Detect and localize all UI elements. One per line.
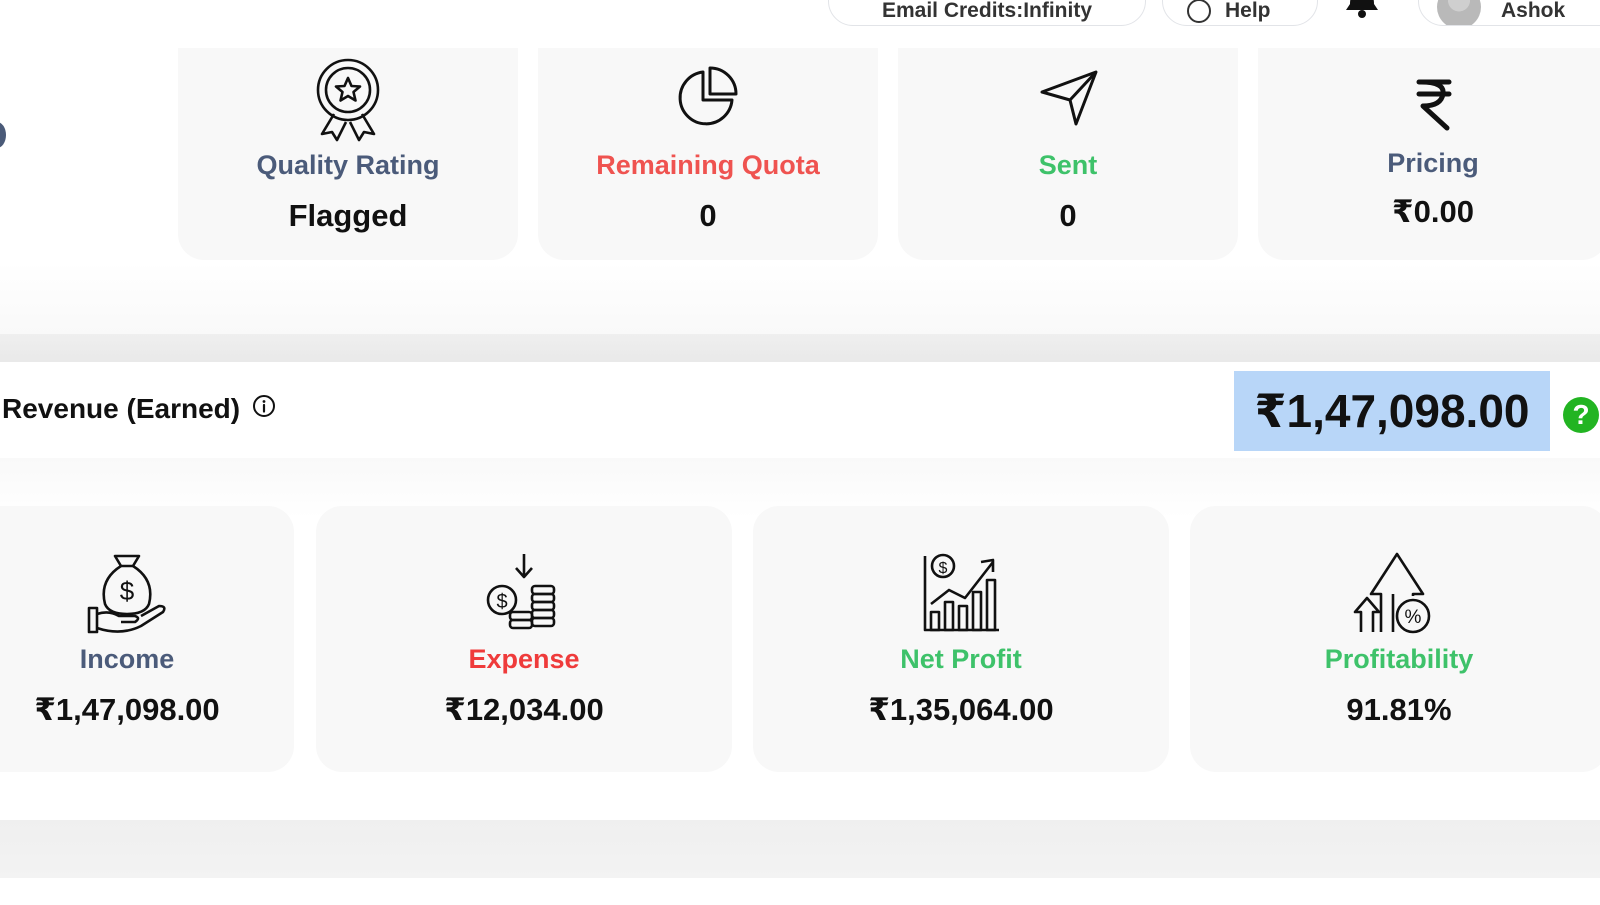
section-spacer [0, 262, 1600, 334]
paper-plane-icon [1028, 42, 1108, 138]
svg-text:%: % [1405, 607, 1422, 628]
help-badge[interactable]: ? [1563, 397, 1599, 433]
finance-label: Expense [468, 644, 580, 674]
help-button[interactable]: Help [1162, 0, 1318, 26]
email-credits-label: Email Credits:Infinity [881, 0, 1093, 22]
revenue-bar: Revenue (Earned) ₹1,47,098.00 ? [0, 362, 1600, 458]
svg-text:$: $ [939, 560, 948, 577]
stat-value: 0 [699, 198, 717, 233]
stat-label: Sent [1038, 150, 1098, 180]
coins-down-icon: $ [486, 554, 556, 630]
growth-chart-icon: $ [923, 553, 999, 632]
email-credits-pill[interactable]: Email Credits:Infinity [828, 0, 1146, 26]
help-circle-icon [1187, 0, 1211, 23]
section-spacer [0, 772, 1600, 820]
avatar [1437, 0, 1481, 25]
finance-value: ₹1,35,064.00 [868, 692, 1054, 727]
bell-icon[interactable] [1344, 0, 1380, 18]
stat-card-pricing: Pricing ₹0.00 [1258, 20, 1600, 260]
finance-value: 91.81% [1346, 692, 1452, 727]
stat-value: ₹0.00 [1392, 194, 1474, 229]
section-spacer [0, 878, 1600, 905]
dashboard-page: Email Credits:Infinity Help Ashok Qualit… [0, 0, 1600, 905]
stat-value: Flagged [288, 198, 408, 233]
finance-value: ₹1,47,098.00 [34, 692, 220, 727]
edge-indicator [0, 122, 6, 148]
finance-card-income: $ Income ₹1,47,098.00 [0, 506, 294, 772]
money-bag-hand-icon: $ [87, 554, 166, 634]
finance-card-expense: $ Expense ₹12,034.00 [316, 506, 732, 772]
finance-card-net-profit: $ Net Profit ₹1,35,064.00 [753, 506, 1169, 772]
stat-label: Pricing [1387, 148, 1479, 178]
stat-card-quality-rating: Quality Rating Flagged [178, 20, 518, 260]
finance-label: Income [79, 644, 175, 674]
top-header: Email Credits:Infinity Help Ashok [0, 0, 1600, 48]
help-label: Help [1225, 0, 1271, 22]
finance-card-profitability: % Profitability 91.81% [1190, 506, 1600, 772]
stat-card-sent: Sent 0 [898, 20, 1238, 260]
pie-chart-icon [668, 42, 748, 138]
finance-label: Net Profit [900, 644, 1022, 674]
info-icon[interactable] [252, 394, 276, 418]
user-name: Ashok [1501, 0, 1566, 22]
revenue-amount: ₹1,47,098.00 [1234, 371, 1550, 451]
finance-label: Profitability [1324, 644, 1474, 674]
stat-value: 0 [1059, 198, 1077, 233]
percent-up-icon: % [1353, 552, 1431, 634]
section-divider [0, 820, 1600, 878]
revenue-title: Revenue (Earned) [2, 393, 241, 424]
stat-card-remaining-quota: Remaining Quota 0 [538, 20, 878, 260]
stat-label: Remaining Quota [596, 150, 820, 180]
stat-label: Quality Rating [256, 150, 440, 180]
svg-text:$: $ [496, 591, 507, 613]
section-divider [0, 334, 1600, 362]
award-ribbon-icon [308, 42, 388, 142]
finance-value: ₹12,034.00 [444, 692, 604, 727]
svg-text:$: $ [120, 576, 135, 606]
rupee-icon [1393, 42, 1473, 138]
user-menu[interactable]: Ashok [1418, 0, 1600, 26]
